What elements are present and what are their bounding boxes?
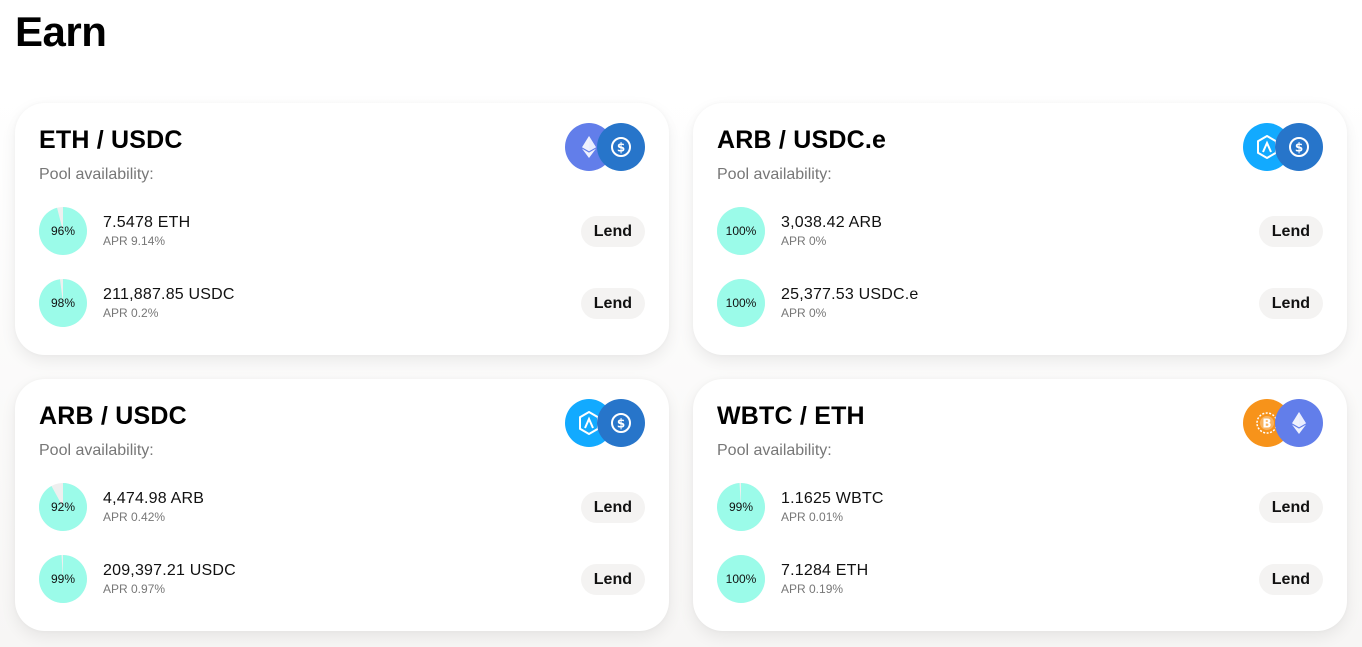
pool-availability-label: Pool availability:	[717, 442, 832, 459]
pool-card: WBTC / ETH Pool availability: B 99% 1.16…	[693, 379, 1347, 631]
availability-percent: 92%	[50, 500, 76, 514]
pool-pair-title: ARB / USDC	[39, 402, 187, 430]
available-amount: 209,397.21 USDC	[103, 562, 236, 579]
available-amount: 25,377.53 USDC.e	[781, 286, 919, 303]
pool-asset-row: 99% 1.1625 WBTC APR 0.01% Lend	[717, 483, 1323, 531]
pool-asset-row: 100% 25,377.53 USDC.e APR 0% Lend	[717, 279, 1323, 327]
pool-asset-row: 99% 209,397.21 USDC APR 0.97% Lend	[39, 555, 645, 603]
lend-button[interactable]: Lend	[580, 564, 645, 595]
availability-pie: 92%	[39, 483, 87, 531]
availability-percent: 96%	[50, 224, 76, 238]
pool-availability-label: Pool availability:	[39, 166, 154, 183]
lend-button[interactable]: Lend	[580, 216, 645, 247]
availability-percent: 99%	[728, 500, 754, 514]
pool-pair-title: ETH / USDC	[39, 126, 183, 154]
available-amount: 211,887.85 USDC	[103, 286, 235, 303]
availability-pie: 99%	[717, 483, 765, 531]
usdc-icon: $	[597, 123, 645, 171]
available-amount: 7.5478 ETH	[103, 214, 191, 231]
pool-card: ARB / USDC.e Pool availability: $ 100% 3…	[693, 103, 1347, 355]
pool-asset-row: 92% 4,474.98 ARB APR 0.42% Lend	[39, 483, 645, 531]
apr-value: APR 0.97%	[103, 582, 166, 596]
lend-button[interactable]: Lend	[580, 492, 645, 523]
svg-text:B: B	[1262, 417, 1271, 431]
token-pair-icons: $	[565, 399, 645, 447]
pool-availability-label: Pool availability:	[717, 166, 832, 183]
pool-card: ARB / USDC Pool availability: $ 92% 4,47…	[15, 379, 669, 631]
usdc-icon: $	[597, 399, 645, 447]
apr-value: APR 0.19%	[781, 582, 844, 596]
available-amount: 4,474.98 ARB	[103, 490, 205, 507]
pool-asset-row: 100% 7.1284 ETH APR 0.19% Lend	[717, 555, 1323, 603]
lend-button[interactable]: Lend	[1258, 492, 1323, 523]
pool-asset-row: 98% 211,887.85 USDC APR 0.2% Lend	[39, 279, 645, 327]
token-pair-icons: $	[565, 123, 645, 171]
token-pair-icons: B	[1243, 399, 1323, 447]
availability-percent: 100%	[725, 296, 757, 310]
usdc-icon: $	[1275, 123, 1323, 171]
pool-asset-row: 96% 7.5478 ETH APR 9.14% Lend	[39, 207, 645, 255]
page-title: Earn	[15, 8, 107, 55]
svg-text:$: $	[617, 417, 625, 431]
pool-asset-row: 100% 3,038.42 ARB APR 0% Lend	[717, 207, 1323, 255]
availability-pie: 98%	[39, 279, 87, 327]
apr-value: APR 0.2%	[103, 306, 159, 320]
availability-pie: 96%	[39, 207, 87, 255]
pool-card: ETH / USDC Pool availability: $ 96% 7.54…	[15, 103, 669, 355]
apr-value: APR 0.42%	[103, 510, 166, 524]
availability-percent: 100%	[725, 224, 757, 238]
available-amount: 7.1284 ETH	[781, 562, 869, 579]
lend-button[interactable]: Lend	[1258, 216, 1323, 247]
availability-pie: 100%	[717, 207, 765, 255]
pool-pair-title: WBTC / ETH	[717, 402, 865, 430]
availability-pie: 100%	[717, 555, 765, 603]
available-amount: 3,038.42 ARB	[781, 214, 883, 231]
pool-pair-title: ARB / USDC.e	[717, 126, 887, 154]
lend-button[interactable]: Lend	[1258, 564, 1323, 595]
availability-pie: 100%	[717, 279, 765, 327]
apr-value: APR 0%	[781, 234, 827, 248]
availability-percent: 100%	[725, 572, 757, 586]
apr-value: APR 0.01%	[781, 510, 844, 524]
availability-percent: 98%	[50, 296, 76, 310]
eth-icon	[1275, 399, 1323, 447]
apr-value: APR 0%	[781, 306, 827, 320]
availability-pie: 99%	[39, 555, 87, 603]
lend-button[interactable]: Lend	[1258, 288, 1323, 319]
svg-text:$: $	[1295, 141, 1303, 155]
apr-value: APR 9.14%	[103, 234, 166, 248]
pool-availability-label: Pool availability:	[39, 442, 154, 459]
available-amount: 1.1625 WBTC	[781, 490, 884, 507]
lend-button[interactable]: Lend	[580, 288, 645, 319]
svg-text:$: $	[617, 141, 625, 155]
availability-percent: 99%	[50, 572, 76, 586]
token-pair-icons: $	[1243, 123, 1323, 171]
pool-grid: ETH / USDC Pool availability: $ 96% 7.54…	[15, 103, 1347, 631]
